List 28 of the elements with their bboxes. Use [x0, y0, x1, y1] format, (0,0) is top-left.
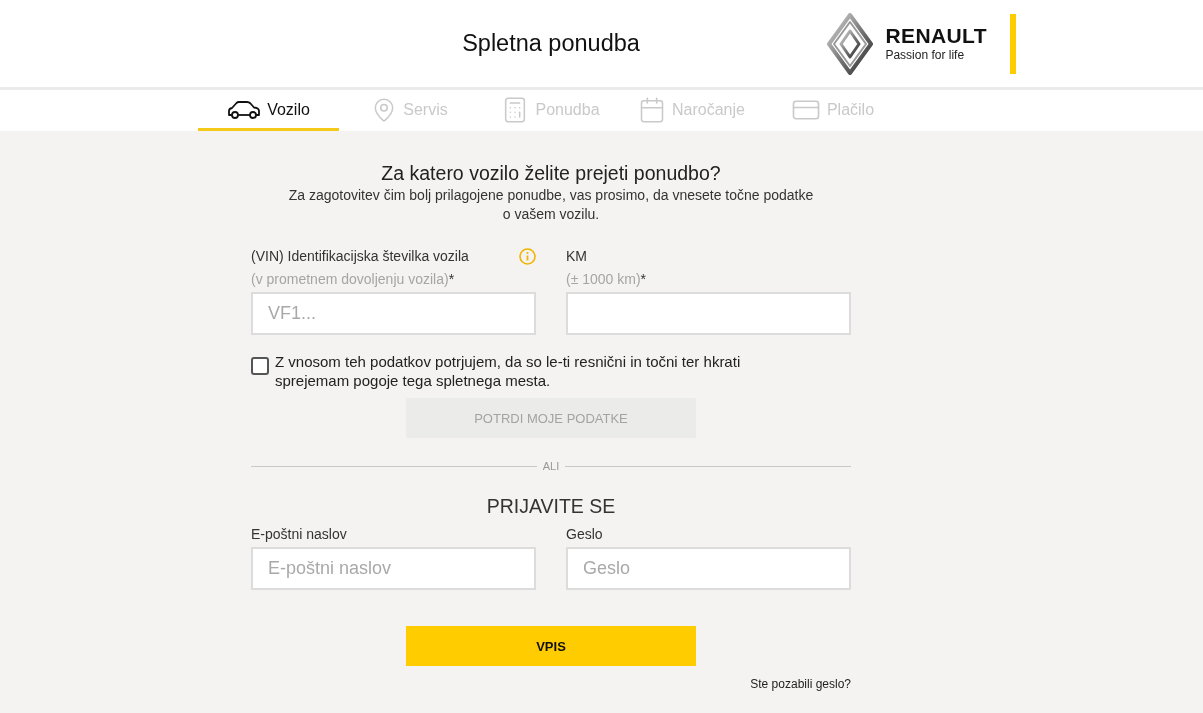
diamond-logo-icon — [827, 12, 874, 75]
field-label: Geslo — [566, 525, 603, 542]
field-label: E-poštni naslov — [251, 525, 347, 542]
brand-name: RENAULT — [885, 24, 987, 47]
field-hint: (± 1000 km) — [566, 270, 641, 289]
input-field[interactable]: VF1... — [251, 292, 536, 335]
step-tab[interactable]: Vozilo — [198, 90, 339, 131]
brand-tagline: Passion for life — [885, 47, 966, 63]
info-icon[interactable] — [519, 247, 536, 265]
field-hint: (v prometnem dovoljenju vozila) — [251, 270, 449, 289]
field-label: (VIN) Identifikacijska številka vozila — [251, 248, 469, 264]
field-label: KM — [566, 248, 587, 264]
input-field[interactable] — [566, 292, 851, 335]
car-icon — [227, 100, 262, 120]
consent-checkbox[interactable] — [251, 357, 269, 375]
login-button[interactable]: VPIS — [406, 626, 696, 666]
input-field[interactable]: Geslo — [566, 547, 851, 590]
divider-label: ALI — [542, 460, 560, 472]
page-title: Spletna ponudba — [462, 30, 640, 57]
form-heading: Za katero vozilo želite prejeti ponudbo? — [380, 161, 722, 185]
input-field[interactable]: E-poštni naslov — [251, 547, 536, 590]
consent-text: Z vnosom teh podatkov potrjujem, da so le-ti resnični in točni ter hkrati sprejemam pogoje tega spletnega mesta. — [275, 352, 742, 390]
required-mark: * — [640, 270, 647, 289]
forgot-password-link[interactable]: Ste pozabili geslo? — [750, 677, 851, 691]
login-heading: PRIJAVITE SE — [485, 494, 617, 518]
accent-bar — [1010, 13, 1016, 74]
form-intro: Za zagotovitev čim bolj prilagojene ponudbe, vas prosimo, da vnesete točne podatke o vašem vozilu. — [287, 186, 815, 224]
required-mark: * — [448, 270, 455, 289]
